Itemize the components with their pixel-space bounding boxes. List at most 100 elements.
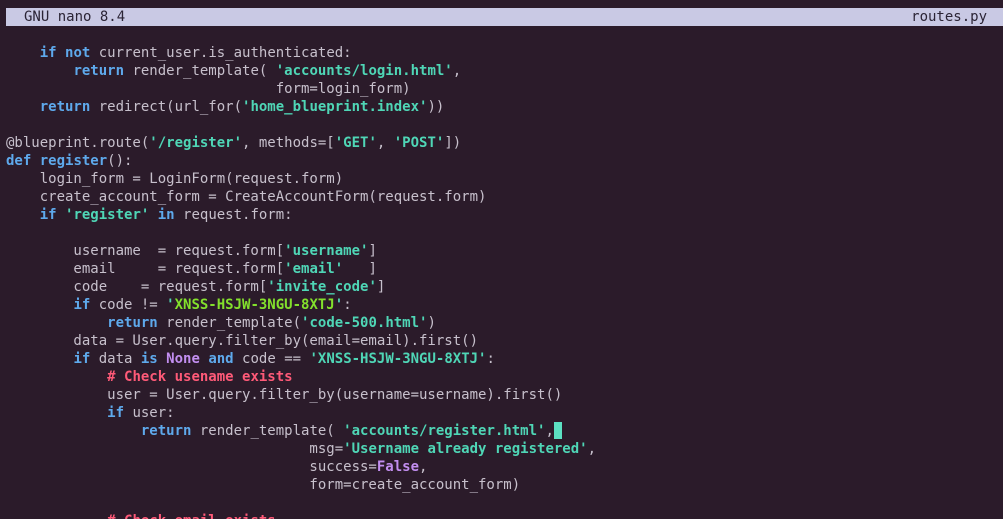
code-token: ] bbox=[376, 279, 386, 295]
code-token: ' bbox=[334, 297, 344, 313]
code-token: 'code-500.html' bbox=[301, 315, 428, 331]
code-token: XNSS-HSJW-3NGU-8XTJ bbox=[174, 297, 335, 313]
code-token: login_form = LoginForm(request.form) bbox=[6, 171, 344, 187]
code-line: if 'register' in request.form: bbox=[6, 206, 1003, 224]
code-line: # Check email exists bbox=[6, 512, 1003, 519]
code-line: if user: bbox=[6, 404, 1003, 422]
code-token: username = request.form[ bbox=[6, 243, 285, 259]
text-cursor bbox=[553, 422, 562, 439]
code-token: )) bbox=[427, 99, 445, 115]
code-token: : bbox=[343, 297, 352, 313]
code-line: form=create_account_form) bbox=[6, 476, 1003, 494]
code-token: ]) bbox=[444, 135, 462, 151]
code-token: redirect(url_for( bbox=[90, 99, 243, 115]
code-line: # Check usename exists bbox=[6, 368, 1003, 386]
code-token: 'GET' bbox=[334, 135, 377, 151]
code-token: 'username' bbox=[284, 243, 369, 259]
code-line: form=login_form) bbox=[6, 80, 1003, 98]
code-token: , bbox=[376, 135, 394, 151]
code-token: user = User.query.filter_by(username=use… bbox=[6, 387, 563, 403]
code-token: , bbox=[452, 63, 462, 79]
code-line: data = User.query.filter_by(email=email)… bbox=[6, 332, 1003, 350]
code-token: in bbox=[157, 207, 175, 223]
code-line: @blueprint.route('/register', methods=['… bbox=[6, 134, 1003, 152]
code-token: if bbox=[73, 351, 91, 367]
code-line: msg='Username already registered', bbox=[6, 440, 1003, 458]
code-line: login_form = LoginForm(request.form) bbox=[6, 170, 1003, 188]
code-line: return render_template( 'accounts/login.… bbox=[6, 62, 1003, 80]
code-line: user = User.query.filter_by(username=use… bbox=[6, 386, 1003, 404]
code-token: if bbox=[39, 45, 57, 61]
code-line: username = request.form['username'] bbox=[6, 242, 1003, 260]
code-token: msg= bbox=[6, 441, 344, 457]
code-token: ] bbox=[343, 261, 377, 277]
code-line: if not current_user.is_authenticated: bbox=[6, 44, 1003, 62]
code-token: , bbox=[545, 423, 554, 439]
code-token: ' bbox=[166, 297, 175, 313]
code-token: code == bbox=[233, 351, 310, 367]
code-token: '/register' bbox=[149, 135, 243, 151]
code-token: form=login_form) bbox=[6, 81, 411, 97]
code-token: 'email' bbox=[284, 261, 344, 277]
code-token: def bbox=[6, 153, 32, 169]
code-token: , methods=[ bbox=[242, 135, 335, 151]
code-token: ) bbox=[427, 315, 436, 331]
code-token: False bbox=[376, 459, 420, 475]
code-token: 'POST' bbox=[393, 135, 445, 151]
code-token: # Check email exists bbox=[107, 513, 276, 519]
code-token: if bbox=[73, 297, 91, 313]
code-token: 'home_blueprint.index' bbox=[242, 99, 428, 115]
code-token: 'invite_code' bbox=[267, 279, 377, 295]
code-line: return render_template('code-500.html') bbox=[6, 314, 1003, 332]
code-line: if code != 'XNSS-HSJW-3NGU-8XTJ': bbox=[6, 296, 1003, 314]
code-token: render_template( bbox=[191, 423, 344, 439]
code-token: return bbox=[140, 423, 192, 439]
code-token: is bbox=[140, 351, 158, 367]
code-token: render_template( bbox=[157, 315, 302, 331]
code-token: user: bbox=[124, 405, 175, 421]
code-token: , bbox=[419, 459, 428, 475]
code-token: (): bbox=[107, 153, 133, 169]
code-token: current_user.is_authenticated: bbox=[90, 45, 352, 61]
code-token: return bbox=[107, 315, 158, 331]
code-token: request.form: bbox=[174, 207, 293, 223]
title-bar: GNU nano 8.4 routes.py bbox=[6, 8, 1003, 26]
code-token: 'accounts/login.html' bbox=[275, 63, 453, 79]
code-token: success= bbox=[6, 459, 377, 475]
code-token: if bbox=[39, 207, 57, 223]
code-token: email = request.form[ bbox=[6, 261, 285, 277]
code-editor[interactable]: if not current_user.is_authenticated: re… bbox=[6, 44, 1003, 519]
code-token: data = User.query.filter_by(email=email)… bbox=[6, 333, 479, 349]
code-token: return bbox=[73, 63, 125, 79]
code-token: not bbox=[65, 45, 91, 61]
code-token: # Check usename exists bbox=[107, 369, 293, 385]
code-token: : bbox=[486, 351, 495, 367]
code-token: 'register' bbox=[65, 207, 150, 223]
code-token: create_account_form = CreateAccountForm(… bbox=[6, 189, 487, 205]
code-token: form=create_account_form) bbox=[6, 477, 521, 493]
code-token: None bbox=[166, 351, 200, 367]
code-line: return redirect(url_for('home_blueprint.… bbox=[6, 98, 1003, 116]
code-line: return render_template( 'accounts/regist… bbox=[6, 422, 1003, 440]
code-line: code = request.form['invite_code'] bbox=[6, 278, 1003, 296]
code-token: , bbox=[587, 441, 597, 457]
code-line: if data is None and code == 'XNSS-HSJW-3… bbox=[6, 350, 1003, 368]
